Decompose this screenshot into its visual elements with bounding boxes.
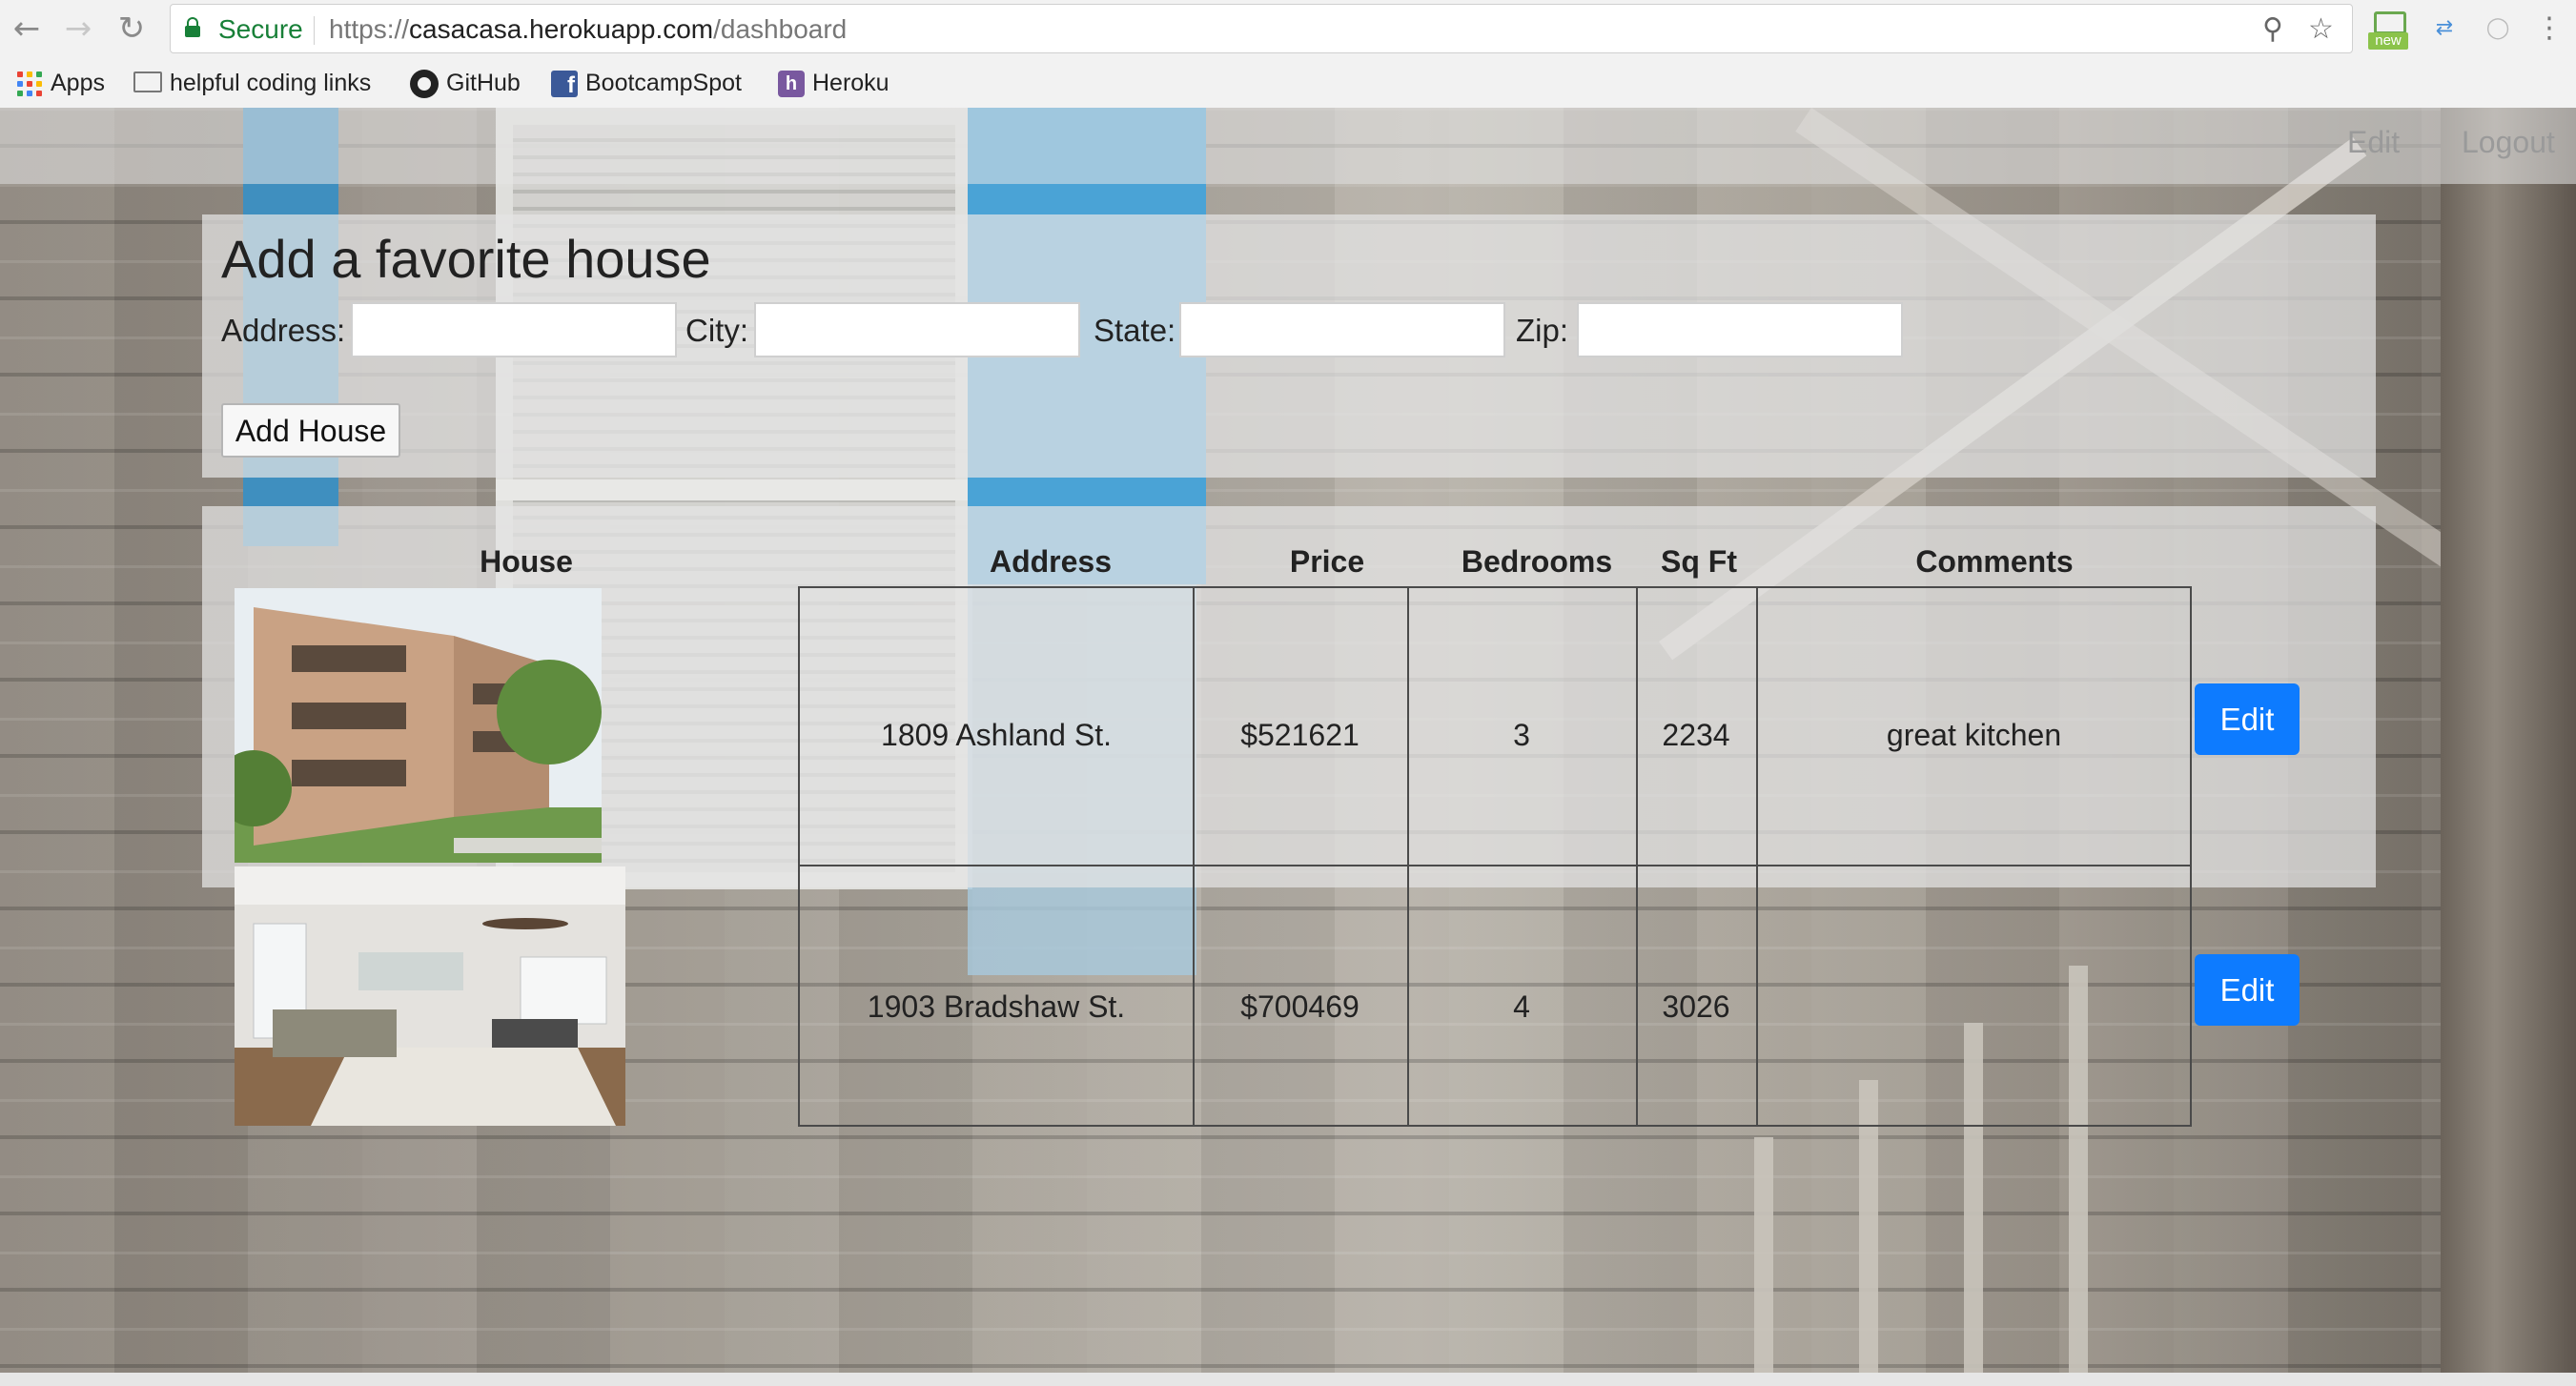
header-sqft: Sq Ft	[1661, 544, 1737, 579]
table-divider	[1407, 588, 1409, 1125]
url-path: /dashboard	[713, 14, 848, 44]
edit-button[interactable]: Edit	[2195, 954, 2300, 1026]
menu-kebab-icon[interactable]: ⋮	[2530, 10, 2568, 48]
bookmark-helpful-coding-links[interactable]: helpful coding links	[133, 67, 371, 99]
houses-table-panel: House Address Price Bedrooms Sq Ft Comme…	[202, 506, 2376, 1127]
city-input[interactable]	[754, 302, 1080, 357]
row-bedrooms: 4	[1513, 989, 1530, 1024]
background-window-sash	[496, 479, 972, 500]
bookmark-heroku[interactable]: h Heroku	[778, 67, 889, 99]
background-post	[2441, 108, 2576, 1373]
url-text[interactable]: https://casacasa.herokuapp.com/dashboard	[329, 14, 847, 45]
header-house: House	[480, 544, 573, 579]
address-bar[interactable]: Secure https://casacasa.herokuapp.com/da…	[170, 4, 2353, 53]
facebook-icon: f	[551, 71, 578, 98]
circle-extension-icon[interactable]: ◯	[2479, 10, 2517, 48]
add-house-title: Add a favorite house	[221, 229, 711, 289]
browser-chrome: ← → ↻ Secure https://casacasa.herokuapp.…	[0, 0, 2576, 109]
table-divider	[1636, 588, 1638, 1125]
apps-grid-icon	[17, 71, 43, 97]
zip-label: Zip:	[1516, 313, 1569, 348]
cast-extension-icon[interactable]: new	[2368, 10, 2408, 50]
header-comments: Comments	[1915, 544, 2074, 579]
bookmark-apps[interactable]: Apps	[17, 67, 105, 99]
reload-icon[interactable]: ↻	[112, 10, 151, 48]
nav-logout-link[interactable]: Logout	[2462, 125, 2555, 160]
folder-icon	[133, 71, 162, 93]
bookmark-label: Heroku	[812, 70, 889, 96]
row-sqft: 3026	[1662, 989, 1730, 1024]
bookmark-label: Apps	[51, 70, 105, 96]
url-scheme: https://	[329, 14, 410, 44]
city-label: City:	[685, 313, 748, 348]
key-icon[interactable]: ⚲	[2262, 12, 2283, 46]
edit-button[interactable]: Edit	[2195, 683, 2300, 755]
bookmarks-bar: Apps helpful coding links GitHub f Bootca…	[0, 59, 2576, 107]
app-navbar: Edit Logout	[0, 108, 2576, 184]
back-icon[interactable]: ←	[8, 10, 46, 48]
table-divider	[800, 865, 2190, 866]
row-comments: great kitchen	[1886, 718, 2062, 752]
houses-table-grid	[798, 586, 2192, 1127]
state-input[interactable]	[1179, 302, 1505, 357]
page-background: Edit Logout Add a favorite house Address…	[0, 108, 2576, 1373]
state-label: State:	[1094, 313, 1176, 348]
header-price: Price	[1289, 544, 1365, 579]
address-input[interactable]	[351, 302, 677, 357]
url-divider	[314, 16, 315, 45]
bookmark-github[interactable]: GitHub	[410, 67, 521, 99]
header-bedrooms: Bedrooms	[1461, 544, 1613, 579]
extension-new-badge: new	[2368, 32, 2408, 50]
url-host: casacasa.herokuapp.com	[409, 14, 714, 44]
add-house-panel: Add a favorite house Address: City: Stat…	[202, 214, 2376, 478]
nav-edit-link[interactable]: Edit	[2347, 125, 2400, 160]
bookmark-label: GitHub	[446, 70, 521, 96]
github-icon	[410, 70, 439, 99]
row-price: $700469	[1240, 989, 1360, 1024]
table-divider	[1756, 588, 1758, 1125]
bookmark-label: BootcampSpot	[585, 70, 742, 96]
add-house-button[interactable]: Add House	[221, 403, 400, 458]
lock-icon	[185, 17, 200, 37]
row-bedrooms: 3	[1513, 718, 1530, 752]
secure-label: Secure	[218, 14, 303, 44]
background-baluster	[1754, 1137, 1773, 1373]
browser-bottom-edge	[0, 1373, 2576, 1386]
row-address: 1903 Bradshaw St.	[867, 989, 1126, 1024]
sync-extension-icon[interactable]: ⇄	[2425, 10, 2464, 48]
forward-icon[interactable]: →	[59, 10, 97, 48]
bookmark-star-icon[interactable]: ☆	[2308, 12, 2334, 46]
address-label: Address:	[221, 313, 346, 348]
townhouse-exterior-photo	[235, 588, 602, 863]
living-room-interior-photo	[235, 866, 625, 1126]
row-address: 1809 Ashland St.	[881, 718, 1112, 752]
bookmark-bootcampspot[interactable]: f BootcampSpot	[551, 67, 742, 99]
table-divider	[1193, 588, 1195, 1125]
header-address: Address	[989, 544, 1113, 579]
heroku-icon: h	[778, 71, 805, 98]
row-sqft: 2234	[1662, 718, 1730, 752]
row-price: $521621	[1240, 718, 1360, 752]
bookmark-label: helpful coding links	[170, 70, 372, 96]
zip-input[interactable]	[1577, 302, 1903, 357]
